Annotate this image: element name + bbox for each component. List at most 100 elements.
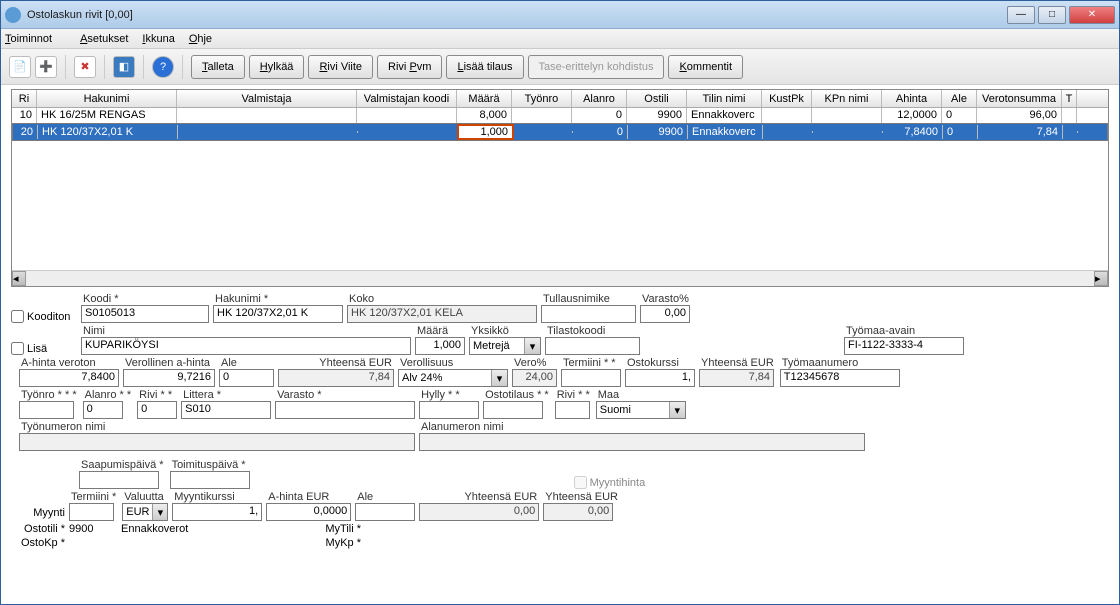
varasto-input[interactable] [275,401,415,419]
alanro-input[interactable]: 0 [83,401,123,419]
grid-row-1[interactable]: 10 HK 16/25M RENGAS 8,000 0 9900 Ennakko… [12,108,1108,123]
yht-eur2-display: 7,84 [699,369,774,387]
koodi-input[interactable]: S0105013 [81,305,209,323]
riviviite-button[interactable]: Rivi Viite [308,55,373,79]
grid-row-2-selected[interactable]: 20 HK 120/37X2,01 K 1,000 0 9900 Ennakko… [12,123,1108,141]
tyonron-nimi-display [19,433,415,451]
termiini-input[interactable] [561,369,621,387]
grid-scrollbar[interactable]: ◂ ▸ [12,270,1108,286]
alanro-label: Alanro * * [83,389,133,401]
col-t[interactable]: T [1062,90,1077,107]
col-maara[interactable]: Määrä [457,90,512,107]
yksikko-select[interactable]: Metrejä▾ [469,337,541,355]
ostotilaus-input[interactable] [483,401,543,419]
toolbar: 📄 ➕ ✖ ◧ ? Talleta Hylkää Rivi Viite Rivi… [1,49,1119,85]
littera-input[interactable]: S010 [181,401,271,419]
tilastokoodi-input[interactable] [545,337,640,355]
tullausnimike-input[interactable] [541,305,636,323]
col-ostili[interactable]: Ostili [627,90,687,107]
ostotili-input[interactable]: 9900 [69,523,117,535]
col-valmkoodi[interactable]: Valmistajan koodi [357,90,457,107]
tyomaaavain-input[interactable]: FI-1122-3333-4 [844,337,964,355]
col-alanro[interactable]: Alanro [572,90,627,107]
hylly-input[interactable] [419,401,479,419]
yht-eur2-label: Yhteensä EUR [699,357,776,369]
kooditon-checkbox[interactable] [11,310,24,323]
hakunimi-label: Hakunimi * [213,293,343,305]
new-icon[interactable]: 📄 [9,56,31,78]
rivipvm-button[interactable]: Rivi Pvm [377,55,442,79]
tyomaanro-input[interactable]: T12345678 [780,369,900,387]
help-icon[interactable]: ? [152,56,174,78]
app-window: Ostolaskun rivit [0,00] — □ ✕ Toiminnot … [0,0,1120,605]
ahinta-eur-input[interactable]: 0,0000 [266,503,351,521]
maara-edit-cell[interactable]: 1,000 [458,125,513,139]
yht-eur3-label: Yhteensä EUR [419,491,539,503]
col-verotonsumma[interactable]: Verotonsumma [977,90,1062,107]
termiini2-label: Termiini * [69,491,118,503]
verollisuus-select[interactable]: Alv 24%▾ [398,369,508,387]
mykp-label: MyKp * [325,537,365,549]
nimi-input[interactable]: KUPARIKÖYSI [81,337,411,355]
termiini-label: Termiini * * [561,357,621,369]
minimize-button[interactable]: — [1007,6,1035,24]
menu-asetukset[interactable]: Asetukset [80,33,128,45]
maara-input[interactable]: 1,000 [415,337,465,355]
maximize-button[interactable]: □ [1038,6,1066,24]
varastopct-input[interactable]: 0,00 [640,305,690,323]
tyonro-input[interactable] [19,401,74,419]
kommentit-button[interactable]: Kommentit [668,55,743,79]
ale-input[interactable]: 0 [219,369,274,387]
ale2-input[interactable] [355,503,415,521]
ahveroton-input[interactable]: 7,8400 [19,369,119,387]
yht-eur-display: 7,84 [278,369,394,387]
tyomaanro-label: Työmaanumero [780,357,900,369]
myyntihinta-label: Myyntihinta [590,477,646,489]
toimituspv-label: Toimituspäivä * [170,459,250,471]
col-tyonro[interactable]: Työnro [512,90,572,107]
col-hakunimi[interactable]: Hakunimi [37,90,177,107]
lisa-checkbox[interactable] [11,342,24,355]
hakunimi-input[interactable]: HK 120/37X2,01 K [213,305,343,323]
lisaatilaus-button[interactable]: Lisää tilaus [446,55,523,79]
rivi2-input[interactable] [555,401,590,419]
col-ahinta[interactable]: Ahinta [882,90,942,107]
veropct-label: Vero% [512,357,557,369]
scroll-left-arrow[interactable]: ◂ [12,271,26,286]
talleta-button[interactable]: Talleta [191,55,245,79]
verollah-input[interactable]: 9,7216 [123,369,215,387]
myynti-label: Myynti [11,507,69,521]
menu-ikkuna[interactable]: Ikkuna [142,33,174,45]
saapumispv-label: Saapumispäivä * [79,459,166,471]
menu-toiminnot[interactable]: Toiminnot [5,33,66,45]
col-valmistaja[interactable]: Valmistaja [177,90,357,107]
close-button[interactable]: ✕ [1069,6,1115,24]
saapumispv-input[interactable] [79,471,159,489]
termiini2-input[interactable] [69,503,114,521]
koodi-label: Koodi * [81,293,209,305]
tyomaaavain-label: Työmaa-avain [844,325,964,337]
hylkaa-button[interactable]: Hylkää [249,55,305,79]
maa-select[interactable]: Suomi▾ [596,401,686,419]
menu-ohje[interactable]: Ohje [189,33,212,45]
delete-icon[interactable]: ✖ [74,56,96,78]
myyntikurssi-input[interactable]: 1, [172,503,262,521]
scroll-right-arrow[interactable]: ▸ [1094,271,1108,286]
ostotili-nimi-display: Ennakkoverot [121,523,321,535]
grid[interactable]: Ri Hakunimi Valmistaja Valmistajan koodi… [11,89,1109,287]
col-tilinnimi[interactable]: Tilin nimi [687,90,762,107]
col-ri[interactable]: Ri [12,90,37,107]
toimituspv-input[interactable] [170,471,250,489]
col-ale[interactable]: Ale [942,90,977,107]
add-icon[interactable]: ➕ [35,56,57,78]
col-kpnnimi[interactable]: KPn nimi [812,90,882,107]
nimi-label: Nimi [81,325,411,337]
valuutta-select[interactable]: EUR▾ [122,503,168,521]
rivi-input[interactable]: 0 [137,401,177,419]
tool-icon[interactable]: ◧ [113,56,135,78]
myyntikurssi-label: Myyntikurssi [172,491,262,503]
ahveroton-label: A-hinta veroton [19,357,119,369]
col-kustpk[interactable]: KustPk [762,90,812,107]
ahinta-eur-label: A-hinta EUR [266,491,351,503]
ostokurssi-input[interactable]: 1, [625,369,695,387]
